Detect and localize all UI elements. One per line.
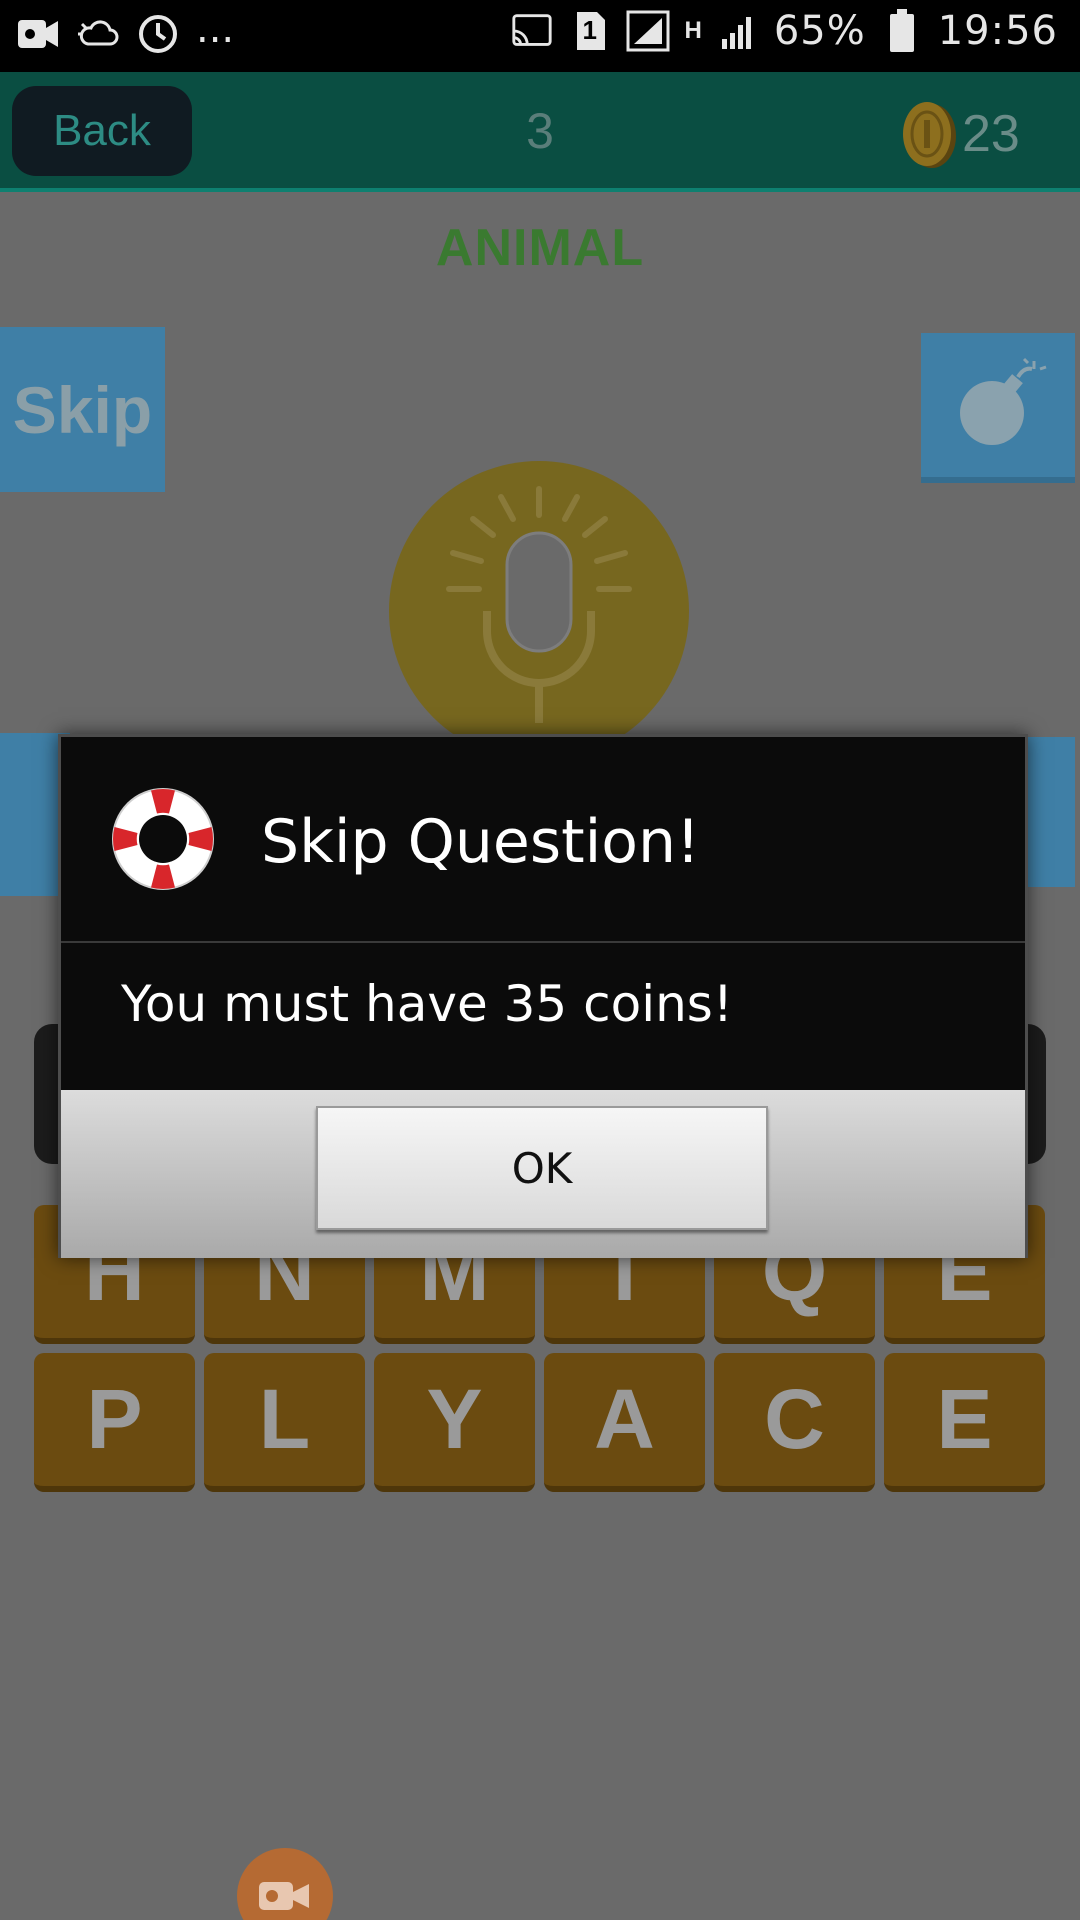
- video-camera-icon: [259, 1882, 309, 1910]
- letter-key[interactable]: P: [34, 1353, 195, 1492]
- letter-key[interactable]: E: [884, 1353, 1045, 1492]
- ok-button[interactable]: OK: [316, 1106, 768, 1230]
- letter-key[interactable]: A: [544, 1353, 705, 1492]
- microphone-icon: [446, 486, 632, 723]
- sync-icon: [136, 12, 180, 56]
- category-title: ANIMAL: [435, 219, 645, 277]
- dialog-message: You must have 35 coins!: [121, 975, 733, 1033]
- dialog-button-bar: OK: [61, 1090, 1025, 1258]
- dialog-title: Skip Question!: [261, 807, 701, 877]
- bomb-icon: [960, 357, 1047, 445]
- status-bar-right: 1 H 65% 19:56: [510, 8, 1058, 54]
- status-bar-left: ...: [16, 6, 234, 56]
- dialog-divider: [61, 941, 1025, 943]
- status-bar: ... 1 H 65% 19:56: [0, 0, 1080, 72]
- game-header: Back 3 23: [0, 72, 1080, 192]
- more-notifications: ...: [196, 6, 235, 52]
- letter-key[interactable]: Y: [374, 1353, 535, 1492]
- bomb-button[interactable]: [921, 333, 1075, 483]
- coin-icon: [900, 100, 958, 170]
- level-number: 3: [526, 103, 554, 159]
- skip-button[interactable]: Skip: [0, 327, 165, 492]
- letter-key[interactable]: L: [204, 1353, 365, 1492]
- battery-percent: 65%: [773, 8, 866, 54]
- battery-icon: [880, 9, 924, 53]
- microphone-button[interactable]: [389, 461, 689, 761]
- sim-icon: 1: [568, 9, 612, 53]
- clock: 19:56: [937, 8, 1058, 54]
- letter-key[interactable]: C: [714, 1353, 875, 1492]
- video-camera-icon: [16, 12, 60, 56]
- data-icon: [716, 9, 760, 53]
- weather-icon: [76, 12, 120, 56]
- back-button[interactable]: Back: [12, 86, 192, 176]
- cast-icon: [510, 9, 554, 53]
- skip-question-dialog: Skip Question! You must have 35 coins! O…: [58, 734, 1028, 1258]
- coin-count: 23: [962, 105, 1020, 163]
- video-reward-button[interactable]: [237, 1848, 333, 1920]
- lifebuoy-icon: [107, 783, 219, 895]
- signal-icon: [626, 9, 670, 53]
- network-type: H: [684, 17, 702, 44]
- sim-slot-label: 1: [582, 15, 597, 45]
